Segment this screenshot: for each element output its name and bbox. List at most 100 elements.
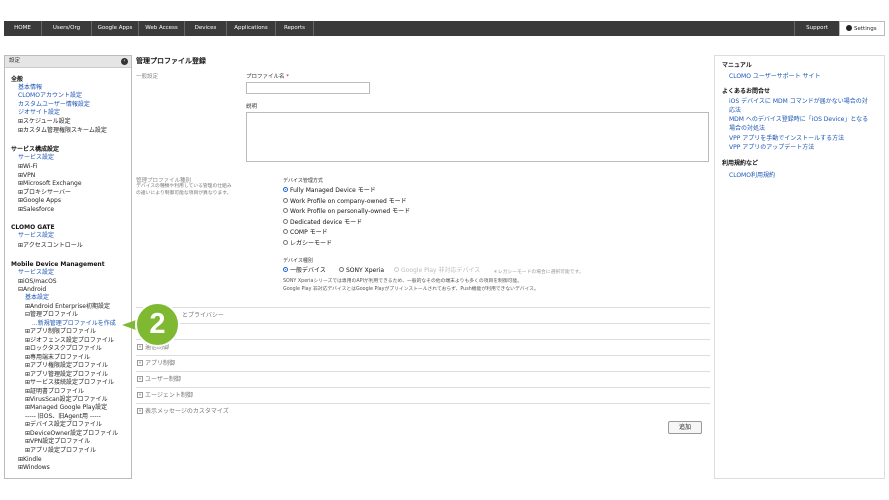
sidebar-item[interactable]: ⊞VPN設定プロファイル xyxy=(25,438,90,446)
device-mode-label: レガシーモード xyxy=(290,239,333,247)
device-mode-label: Fully Managed Device モード xyxy=(290,187,376,194)
sidebar-item[interactable]: ⊞DeviceOwner設定プロファイル xyxy=(25,430,118,438)
help-link[interactable]: VPP アプリを手動でインストールする方法 xyxy=(729,135,844,143)
help-link[interactable]: iOS デバイスに MDM コマンドが届かない場合の対 xyxy=(729,98,868,106)
sidebar-item[interactable]: CLOMOアカウント設定 xyxy=(18,92,82,100)
device-type-sony-xperia[interactable]: SONY Xperia xyxy=(339,266,384,275)
page-title: 管理プロファイル登録 xyxy=(136,57,206,65)
nav-google-apps[interactable]: Google Apps xyxy=(92,21,139,36)
sidebar-item[interactable]: ...新規管理プロファイルを作成 xyxy=(32,320,116,328)
settings-section-header[interactable]: + xyxy=(136,323,710,339)
device-mode-label: Dedicated device モード xyxy=(290,218,363,226)
device-mode-option[interactable]: レガシーモード xyxy=(283,239,332,248)
profile-name-input[interactable] xyxy=(246,82,370,94)
sidebar-item[interactable]: ⊞証明書プロファイル xyxy=(25,388,84,396)
sidebar-item[interactable]: ⊞Microsoft Exchange xyxy=(18,180,82,188)
help-heading: 利用規約など xyxy=(722,160,759,167)
settings-section-header[interactable]: + 表示メッセージのカスタマイズ xyxy=(136,403,710,419)
section-label: アプリ制御 xyxy=(145,360,176,367)
sidebar-item[interactable]: ⊞Android Enterprise初期設定 xyxy=(25,303,110,311)
device-mode-option[interactable]: Work Profile on company-owned モード xyxy=(283,197,407,206)
help-link[interactable]: CLOMO利用規約 xyxy=(729,172,775,180)
sidebar-item[interactable]: ⊞Google Apps xyxy=(18,197,61,205)
nav-home[interactable]: HOME xyxy=(4,21,42,36)
device-mode-option[interactable]: COMP モード xyxy=(283,228,328,237)
settings-section-header[interactable]: + ユーザー制御 xyxy=(136,371,710,387)
nav-users-org[interactable]: Users/Org xyxy=(42,21,92,36)
sidebar-item[interactable]: 基本設定 xyxy=(25,294,49,302)
nav-applications[interactable]: Applications xyxy=(227,21,276,36)
sidebar-item[interactable]: ⊞Kindle xyxy=(18,456,42,464)
sidebar-item[interactable]: ⊟Android xyxy=(18,286,46,294)
device-type-no-google-play: Google Play 非対応デバイス xyxy=(394,266,480,275)
sidebar-item[interactable]: ⊞アプリ設定プロファイル xyxy=(25,447,96,455)
sidebar-item[interactable]: サービス設定 xyxy=(18,232,54,240)
sidebar-item[interactable]: ⊞カスタム管理権限スキーム設定 xyxy=(18,127,107,135)
device-mode-option[interactable]: Work Profile on personally-owned モード xyxy=(283,207,410,216)
nav-devices[interactable]: Devices xyxy=(185,21,227,36)
radio-icon xyxy=(283,197,288,203)
help-link[interactable]: 応法 xyxy=(729,107,741,115)
sidebar-item[interactable]: ⊞アプリ管理設定プロファイル xyxy=(25,371,108,379)
help-link[interactable]: 場合の対処法 xyxy=(729,125,765,133)
settings-section-header[interactable]: + アプリ制御 xyxy=(136,355,710,371)
sidebar-item[interactable]: 基本情報 xyxy=(18,84,42,92)
sidebar-item[interactable]: ⊞デバイス設定プロファイル xyxy=(25,421,102,429)
sidebar-item[interactable]: ⊞プロキシサーバー xyxy=(18,189,71,197)
sidebar-item[interactable]: ⊞サービス接続設定プロファイル xyxy=(25,379,114,387)
sidebar-item[interactable]: ⊞専用端末プロファイル xyxy=(25,354,90,362)
sidebar-item[interactable]: ⊞Salesforce xyxy=(18,206,54,214)
device-mode-option[interactable]: Fully Managed Device モード xyxy=(283,186,376,195)
sidebar-item[interactable]: ⊞アクセスコントロール xyxy=(18,242,83,250)
settings-section-header[interactable]: とプライバシー xyxy=(136,307,710,323)
sidebar-item[interactable]: ⊞Windows xyxy=(18,464,50,472)
device-type-general-label: 一般デバイス xyxy=(290,267,326,274)
help-link[interactable]: MDM へのデバイス登録時に「iOS Device」となる xyxy=(729,116,868,124)
sidebar-item[interactable]: ⊞Wi-Fi xyxy=(18,163,37,171)
sidebar-item[interactable]: ⊞スケジュール設定 xyxy=(18,118,71,126)
sidebar-item[interactable]: ⊞iOS/macOS xyxy=(18,278,57,286)
device-type-sony-label: SONY Xperia xyxy=(346,267,385,274)
nav-web-access[interactable]: Web Access xyxy=(139,21,185,36)
sidebar-item[interactable]: ⊞アプリ権限設定プロファイル xyxy=(25,362,108,370)
nav-reports[interactable]: Reports xyxy=(276,21,314,36)
tab-settings[interactable]: Settings xyxy=(839,21,885,36)
expand-icon: + xyxy=(137,407,143,414)
sidebar-item[interactable]: カスタムユーザー情報設定 xyxy=(18,101,90,109)
profile-type-description: デバイスの種類や利用している管理の仕組みの違いにより制御可能な項目が異なります。 xyxy=(136,184,232,196)
sidebar-item[interactable]: サービス設定 xyxy=(18,154,54,162)
help-panel: マニュアル CLOMO ユーザーサポート サイト よくあるお問合せ iOS デバイスに… xyxy=(714,55,885,479)
sidebar-item[interactable]: ⊞Managed Google Play設定 xyxy=(25,404,107,412)
sidebar-item[interactable]: サービス設定 xyxy=(18,269,54,277)
device-type-general[interactable]: 一般デバイス xyxy=(283,266,326,275)
sidebar-item[interactable]: ジオサイト設定 xyxy=(18,109,60,117)
sidebar-item[interactable]: ⊞ジオフェンス設定プロファイル xyxy=(25,337,114,345)
add-button[interactable]: 追加 xyxy=(668,421,702,434)
help-heading: よくあるお問合せ xyxy=(722,88,771,95)
expand-icon: + xyxy=(137,343,143,350)
nav-support[interactable]: Support xyxy=(794,21,840,36)
main-nav: HOME Users/Org Google Apps Web Access De… xyxy=(4,21,885,36)
device-mode-option[interactable]: Dedicated device モード xyxy=(283,218,362,227)
description-textarea[interactable] xyxy=(246,112,709,162)
sidebar-item[interactable]: ⊟管理プロファイル xyxy=(25,311,78,319)
sidebar-item[interactable]: サービス構成設定 xyxy=(11,146,59,154)
sidebar-item[interactable]: ⊞VirusScan設定プロファイル xyxy=(25,396,108,404)
sidebar-item[interactable]: 全般 xyxy=(11,76,23,84)
collapse-icon[interactable]: ‹ xyxy=(121,58,128,65)
radio-icon xyxy=(283,229,288,234)
sidebar-item[interactable]: Mobile Device Management xyxy=(11,261,105,269)
sidebar-item[interactable]: CLOMO GATE xyxy=(11,224,55,232)
top-bar: HOME Users/Org Google Apps Web Access De… xyxy=(0,0,889,36)
sidebar-item[interactable]: ⊞VPN xyxy=(18,172,35,180)
help-link[interactable]: CLOMO ユーザーサポート サイト xyxy=(729,73,821,81)
settings-section-header[interactable]: + エージェント制御 xyxy=(136,387,710,403)
sidebar-header: 設定 ‹ xyxy=(5,56,131,68)
sidebar-item[interactable]: ----- 旧OS、旧Agent用 ----- xyxy=(25,413,101,421)
help-link[interactable]: VPP アプリのアップデート方法 xyxy=(729,144,814,152)
expand-icon: + xyxy=(137,391,143,398)
settings-section-header[interactable]: + 通信制御 xyxy=(136,339,710,355)
description-label: 説明 xyxy=(246,104,258,110)
sidebar-item[interactable]: ⊞アプリ制限プロファイル xyxy=(25,328,96,336)
sidebar-item[interactable]: ⊞ロックタスクプロファイル xyxy=(25,345,102,353)
